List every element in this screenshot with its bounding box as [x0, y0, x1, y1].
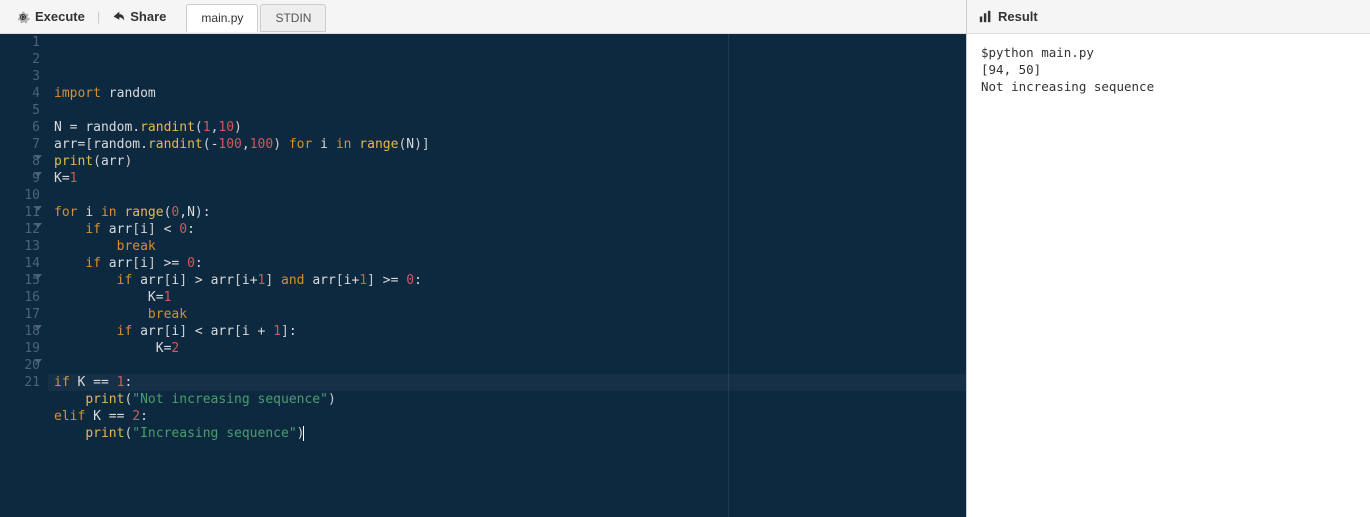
tab-stdin[interactable]: STDIN [260, 4, 326, 32]
fold-arrow-icon[interactable] [34, 325, 42, 330]
fold-arrow-icon[interactable] [34, 206, 42, 211]
line-number: 11 [4, 204, 40, 221]
code-line[interactable]: arr=[random.randint(-100,100) for i in r… [54, 136, 960, 153]
line-number: 3 [4, 68, 40, 85]
bar-chart-icon [979, 10, 992, 23]
toolbar: Execute | Share main.py STDIN [0, 0, 966, 34]
code-line[interactable]: K=1 [54, 170, 960, 187]
share-icon [112, 10, 125, 23]
code-line[interactable]: print(arr) [54, 153, 960, 170]
code-line[interactable]: if K == 1: [54, 374, 960, 391]
share-button[interactable]: Share [104, 5, 174, 28]
line-number: 21 [4, 374, 40, 391]
code-line[interactable]: print("Increasing sequence") [54, 425, 960, 442]
line-number: 20 [4, 357, 40, 374]
line-number: 12 [4, 221, 40, 238]
code-line[interactable] [54, 357, 960, 374]
line-number: 6 [4, 119, 40, 136]
print-margin [728, 34, 729, 517]
line-number: 13 [4, 238, 40, 255]
code-line[interactable]: if arr[i] < arr[i + 1]: [54, 323, 960, 340]
line-number: 1 [4, 34, 40, 51]
code-line[interactable]: elif K == 2: [54, 408, 960, 425]
line-number: 2 [4, 51, 40, 68]
share-label: Share [130, 9, 166, 24]
editor-tabs: main.py STDIN [186, 3, 328, 31]
fold-arrow-icon[interactable] [34, 155, 42, 160]
line-number: 8 [4, 153, 40, 170]
fold-arrow-icon[interactable] [34, 223, 42, 228]
line-number: 19 [4, 340, 40, 357]
result-panel: Result $python main.py [94, 50] Not incr… [967, 0, 1370, 517]
code-line[interactable]: K=2 [54, 340, 960, 357]
gear-play-icon [16, 10, 30, 24]
toolbar-divider: | [97, 9, 100, 24]
line-number: 15 [4, 272, 40, 289]
line-number: 4 [4, 85, 40, 102]
code-line[interactable]: if arr[i] >= 0: [54, 255, 960, 272]
line-number: 7 [4, 136, 40, 153]
code-line[interactable] [54, 102, 960, 119]
code-line[interactable]: break [54, 306, 960, 323]
tab-main-py[interactable]: main.py [186, 4, 258, 32]
line-number: 5 [4, 102, 40, 119]
code-editor[interactable]: 123456789101112131415161718192021 import… [0, 34, 966, 517]
code-line[interactable]: for i in range(0,N): [54, 204, 960, 221]
fold-arrow-icon[interactable] [34, 172, 42, 177]
result-output: $python main.py [94, 50] Not increasing … [967, 34, 1370, 517]
line-number: 14 [4, 255, 40, 272]
editor-panel: Execute | Share main.py STDIN 1234567891… [0, 0, 967, 517]
line-number: 9 [4, 170, 40, 187]
line-gutter: 123456789101112131415161718192021 [0, 34, 48, 517]
line-number: 10 [4, 187, 40, 204]
code-line[interactable]: if arr[i] < 0: [54, 221, 960, 238]
result-header: Result [967, 0, 1370, 34]
line-number: 16 [4, 289, 40, 306]
code-line[interactable]: print("Not increasing sequence") [54, 391, 960, 408]
execute-label: Execute [35, 9, 85, 24]
code-line[interactable]: N = random.randint(1,10) [54, 119, 960, 136]
fold-arrow-icon[interactable] [34, 359, 42, 364]
code-line[interactable]: break [54, 238, 960, 255]
code-line[interactable]: import random [54, 85, 960, 102]
code-area[interactable]: import random N = random.randint(1,10)arr… [48, 34, 966, 517]
result-title: Result [998, 9, 1038, 24]
code-line[interactable] [54, 187, 960, 204]
line-number: 18 [4, 323, 40, 340]
execute-button[interactable]: Execute [8, 5, 93, 28]
code-line[interactable]: if arr[i] > arr[i+1] and arr[i+1] >= 0: [54, 272, 960, 289]
fold-arrow-icon[interactable] [34, 274, 42, 279]
code-line[interactable]: K=1 [54, 289, 960, 306]
line-number: 17 [4, 306, 40, 323]
